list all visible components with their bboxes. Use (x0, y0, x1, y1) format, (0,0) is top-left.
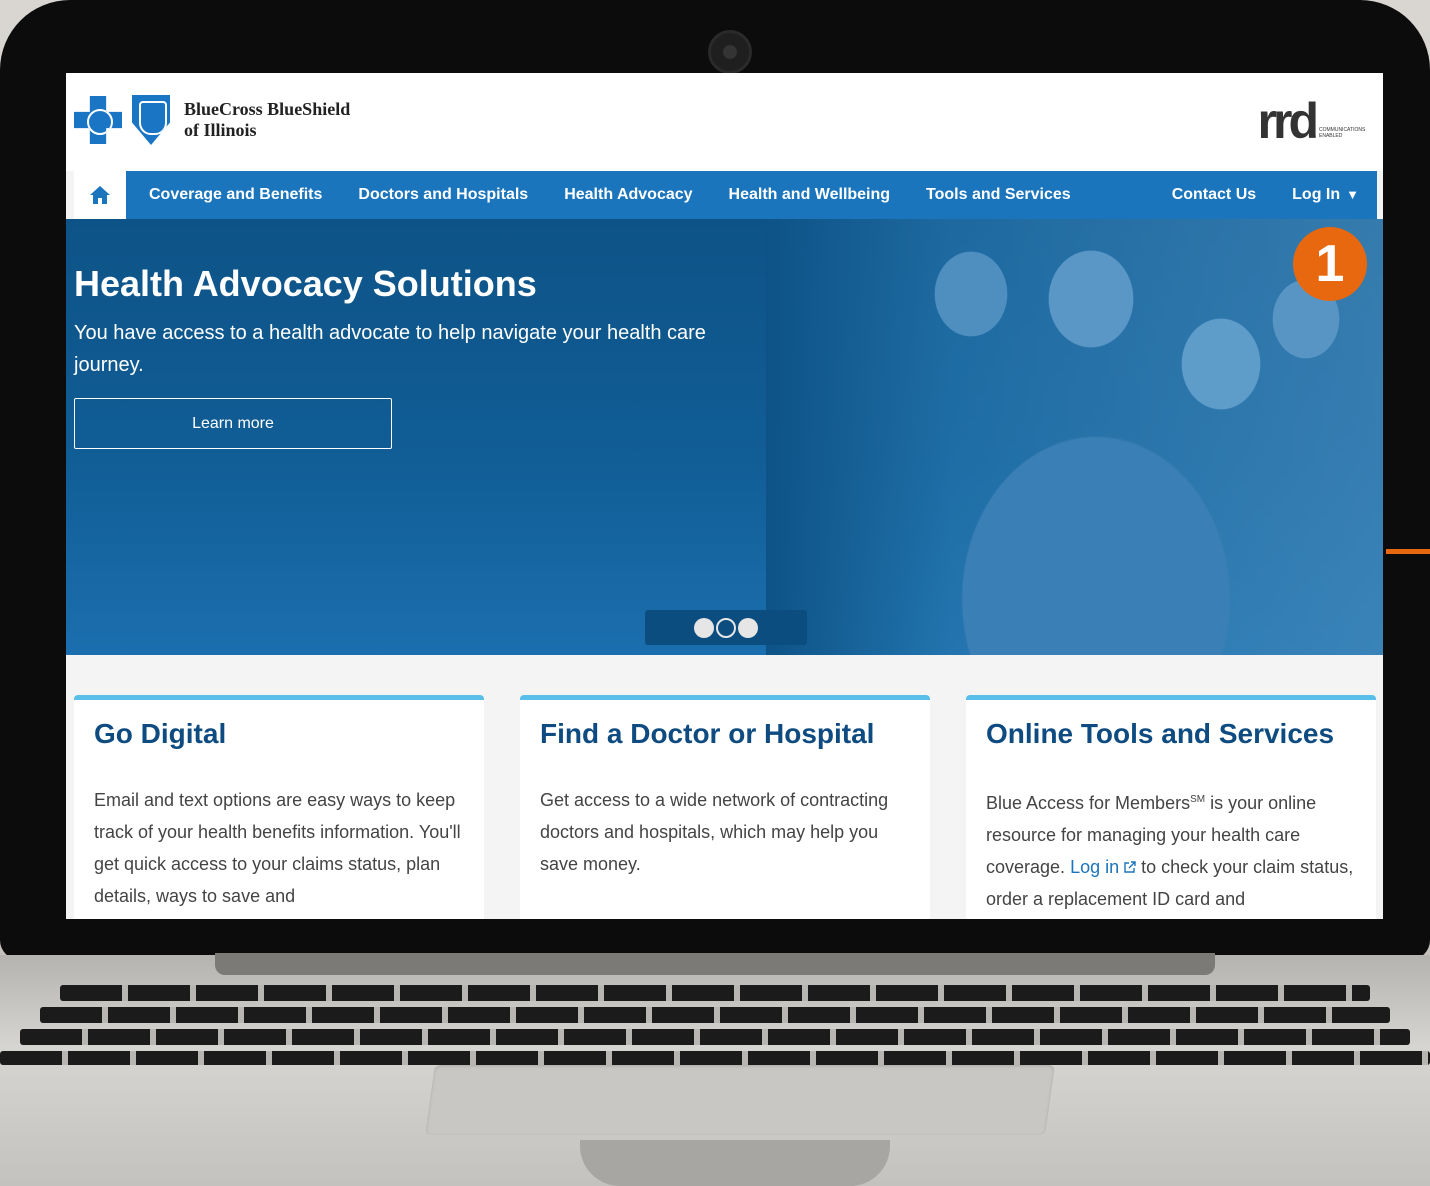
carousel-dots (645, 610, 807, 645)
card-text: Blue Access for MembersSM is your online… (986, 784, 1356, 915)
callout-line (1386, 549, 1430, 554)
card-text: Get access to a wide network of contract… (540, 790, 889, 874)
card-online-tools: Online Tools and Services Blue Access fo… (966, 695, 1376, 919)
callout-badge: 1 (1293, 227, 1367, 301)
nav-coverage-benefits[interactable]: Coverage and Benefits (126, 186, 340, 204)
laptop-hinge (215, 953, 1215, 975)
home-icon (90, 186, 110, 204)
carousel-dot[interactable] (738, 617, 758, 638)
nav-contact-us[interactable]: Contact Us (1154, 186, 1274, 204)
card-title: Online Tools and Services (986, 718, 1335, 749)
hero-title: Health Advocacy Solutions (74, 263, 537, 304)
family-photo (766, 219, 1383, 655)
key-row (0, 1051, 1430, 1065)
brand-name-line1: BlueCross BlueShield (184, 99, 351, 119)
nav-health-advocacy[interactable]: Health Advocacy (546, 186, 710, 204)
main-nav: Coverage and Benefits Doctors and Hospit… (74, 171, 1377, 219)
service-mark: SM (1190, 794, 1206, 805)
learn-more-button[interactable]: Learn more (74, 398, 392, 449)
deck-notch (580, 1140, 890, 1186)
rrd-tagline: COMMUNICATIONS ENABLED (1319, 127, 1366, 139)
carousel-dot[interactable] (716, 617, 736, 638)
login-link[interactable]: Log in (1070, 857, 1136, 877)
rrd-logo: rrd COMMUNICATIONS ENABLED (1257, 93, 1377, 149)
card-title: Find a Doctor or Hospital (540, 718, 875, 749)
card-find-doctor: Find a Doctor or Hospital Get access to … (520, 695, 930, 919)
login-link-label: Log in (1070, 857, 1120, 877)
screen: BlueCross BlueShield of Illinois rrd COM… (66, 73, 1383, 919)
nav-home[interactable] (74, 171, 126, 219)
external-link-icon (1124, 861, 1136, 873)
hero-banner: Health Advocacy Solutions You have acces… (66, 219, 1383, 655)
nav-login[interactable]: Log In ▼ (1274, 186, 1377, 204)
key-row (60, 985, 1370, 1001)
feature-cards: Go Digital Email and text options are ea… (74, 695, 1377, 919)
card-text: Email and text options are easy ways to … (94, 790, 461, 906)
nav-health-wellbeing[interactable]: Health and Wellbeing (711, 186, 909, 204)
brand-name-line2: of Illinois (184, 120, 257, 140)
caret-down-icon: ▼ (1346, 187, 1359, 202)
site-header: BlueCross BlueShield of Illinois rrd COM… (66, 73, 1383, 171)
blueshield-icon (132, 95, 170, 145)
nav-doctors-hospitals[interactable]: Doctors and Hospitals (340, 186, 546, 204)
login-label: Log In (1292, 186, 1341, 203)
brand-logo[interactable]: BlueCross BlueShield of Illinois (74, 95, 350, 145)
hero-text: You have access to a health advocate to … (74, 322, 706, 376)
key-row (20, 1029, 1410, 1045)
bluecross-icon (74, 96, 122, 144)
rrd-mark: rrd (1257, 93, 1320, 149)
nav-tools-services[interactable]: Tools and Services (908, 186, 1089, 204)
card-text-pre: Blue Access for Members (986, 793, 1191, 813)
brand-name: BlueCross BlueShield of Illinois (184, 99, 350, 141)
trackpad (425, 1065, 1055, 1135)
carousel-dot[interactable] (694, 617, 714, 638)
webcam (708, 30, 752, 74)
card-go-digital: Go Digital Email and text options are ea… (74, 695, 484, 919)
card-title: Go Digital (94, 718, 227, 749)
key-row (40, 1007, 1390, 1023)
